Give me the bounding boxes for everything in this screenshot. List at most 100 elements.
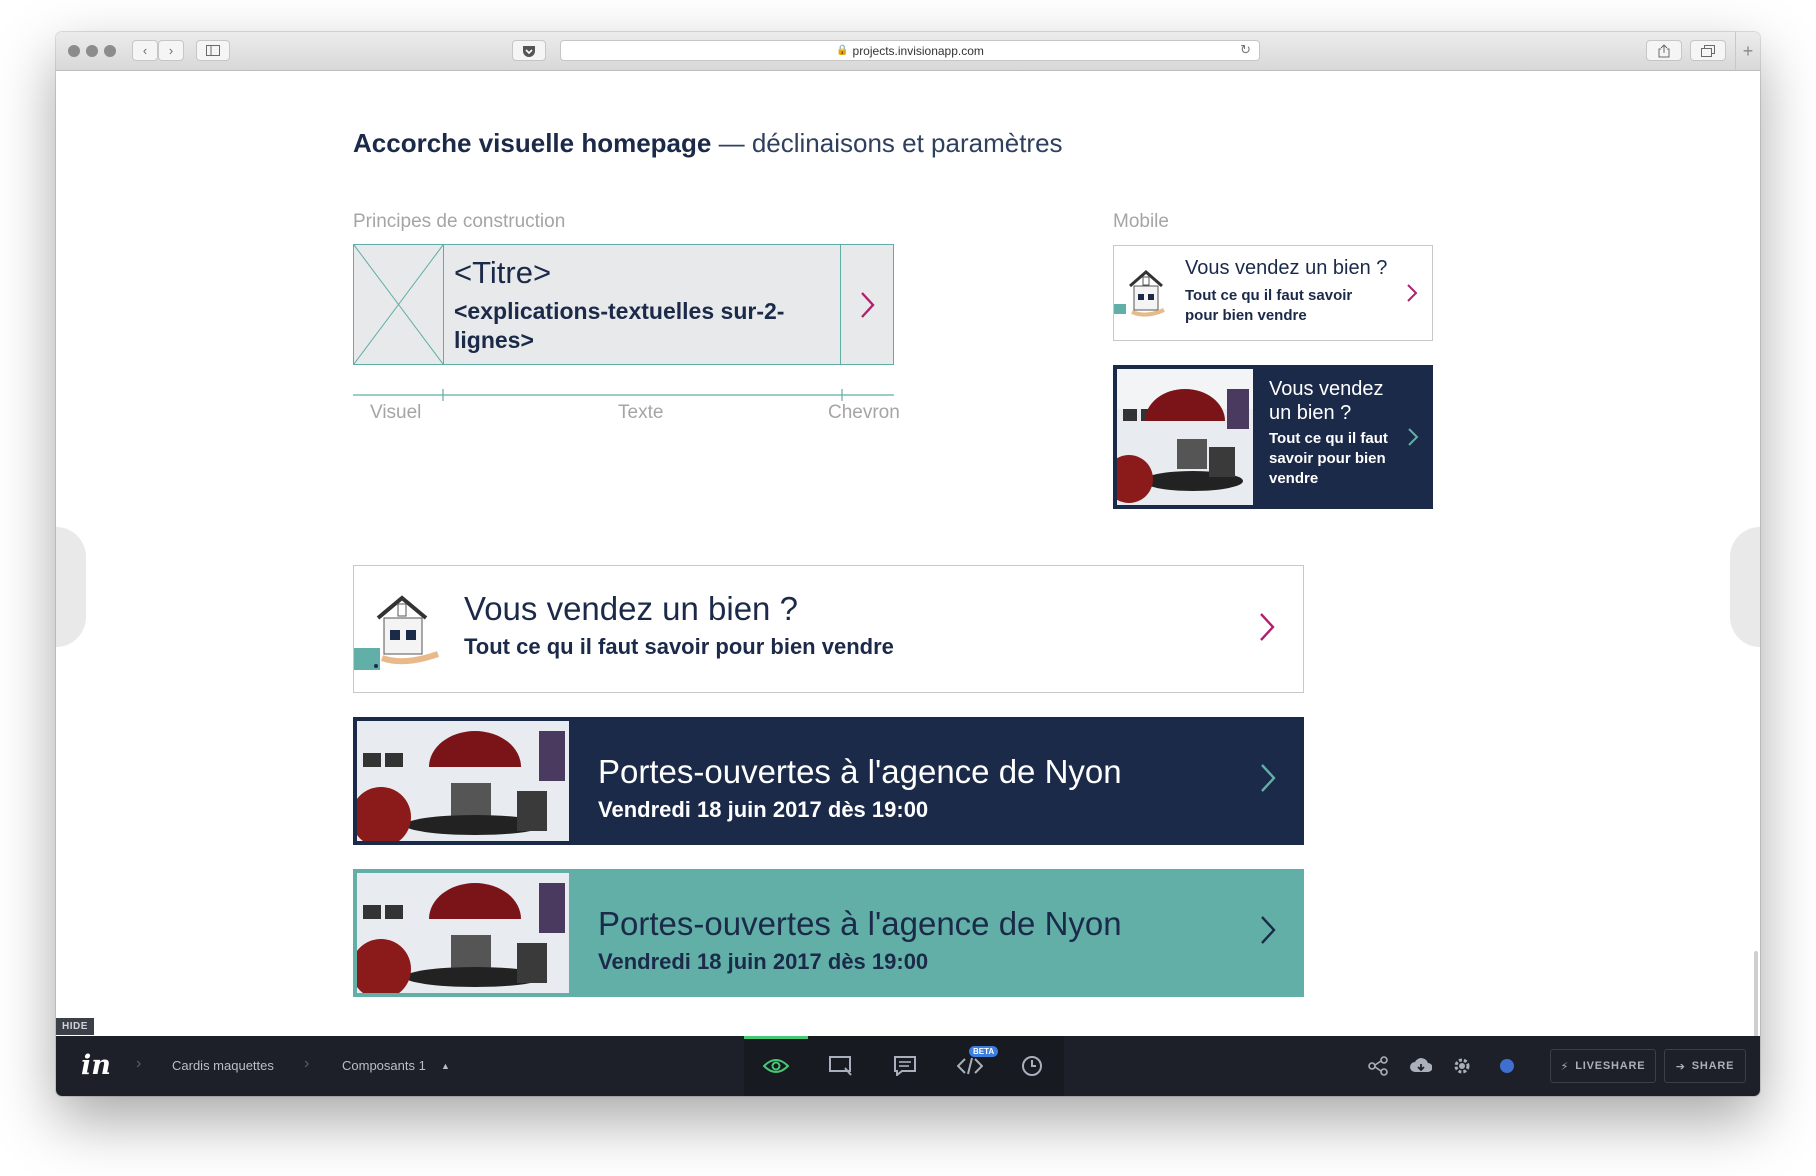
pocket-button[interactable] <box>512 40 546 61</box>
invision-toolbar: in › Cardis maquettes › Composants 1 ▲ B… <box>56 1036 1760 1096</box>
share-label: SHARE <box>1691 1060 1735 1072</box>
mobile-card-sell[interactable]: Vous vendez un bien ? Tout ce qu il faut… <box>1113 245 1433 341</box>
zoom-window-button[interactable] <box>104 45 116 57</box>
eye-icon <box>763 1059 789 1073</box>
agency-photo <box>357 721 569 841</box>
wireframe-visual-placeholder <box>353 244 444 365</box>
agency-photo-image <box>1117 369 1253 505</box>
wireframe-title: <Titre> <box>454 255 552 290</box>
sidebar-icon <box>206 45 220 56</box>
new-tab-button[interactable]: + <box>1735 32 1760 70</box>
banner-open-house-teal[interactable]: Portes-ouvertes à l'agence de Nyon Vendr… <box>353 869 1304 997</box>
prototype-canvas: Accorche visuelle homepage — déclinaison… <box>56 71 1760 1041</box>
chevron-right-icon <box>1261 764 1276 792</box>
forward-button[interactable]: › <box>158 40 184 61</box>
active-mode-indicator <box>744 1036 808 1039</box>
banner-subtitle: Vendredi 18 juin 2017 dès 19:00 <box>598 949 929 974</box>
lock-icon: 🔒 <box>836 45 849 56</box>
chevron-right-icon: › <box>136 1055 142 1072</box>
share-network-icon[interactable] <box>1368 1056 1388 1076</box>
agency-photo-image <box>357 873 569 993</box>
user-avatar[interactable] <box>1500 1059 1514 1073</box>
chat-icon <box>894 1056 916 1076</box>
mobile-label: Mobile <box>1113 211 1169 232</box>
chevron-right-icon: › <box>168 43 174 58</box>
page-title: Accorche visuelle homepage — déclinaison… <box>353 128 1063 159</box>
gear-icon[interactable] <box>1452 1056 1472 1076</box>
house-illustration-icon <box>1114 270 1165 317</box>
invision-logo[interactable]: in <box>81 1050 111 1081</box>
mobile-card-subtitle: Tout ce qu il faut savoir pour bien vend… <box>1185 287 1353 324</box>
chevron-right-icon <box>861 291 875 318</box>
agency-photo-image <box>357 721 569 841</box>
mobile-card-title: Vous vendez un bien ? <box>1269 378 1384 424</box>
plus-icon: + <box>1742 40 1754 61</box>
beta-badge: BETA <box>969 1046 999 1057</box>
browser-window: ‹ › 🔒 projects.invisionapp.com ↻ + Accor… <box>56 32 1760 1096</box>
agency-photo <box>357 873 569 993</box>
chevron-right-icon <box>1408 428 1419 446</box>
agency-photo <box>1117 369 1253 505</box>
page-title-bold: Accorche visuelle homepage <box>353 128 712 158</box>
ruler-label-visuel: Visuel <box>370 402 422 423</box>
minimize-window-button[interactable] <box>86 45 98 57</box>
bolt-icon: ⚡ <box>1560 1060 1570 1073</box>
banner-title: Portes-ouvertes à l'agence de Nyon <box>598 753 1122 790</box>
placeholder-cross-icon <box>353 244 444 365</box>
tabs-overview-button[interactable] <box>1690 40 1726 61</box>
share-button[interactable]: ➔ SHARE <box>1664 1049 1746 1083</box>
reload-icon[interactable]: ↻ <box>1240 42 1251 58</box>
comment-rect-icon <box>829 1056 852 1076</box>
share-arrow-icon: ➔ <box>1675 1060 1686 1073</box>
pocket-icon <box>523 45 535 57</box>
banner-subtitle: Tout ce qu il faut savoir pour bien vend… <box>464 634 894 659</box>
liveshare-label: LIVESHARE <box>1575 1060 1646 1072</box>
caret-up-icon[interactable]: ▲ <box>441 1061 450 1071</box>
share-browser-button[interactable] <box>1646 40 1682 61</box>
ruler-label-texte: Texte <box>618 402 664 423</box>
chevron-right-icon: › <box>304 1055 310 1072</box>
banner-subtitle: Vendredi 18 juin 2017 dès 19:00 <box>598 797 929 822</box>
url-text: projects.invisionapp.com <box>852 43 984 58</box>
liveshare-button[interactable]: ⚡ LIVESHARE <box>1550 1049 1656 1083</box>
close-window-button[interactable] <box>68 45 80 57</box>
previous-screen-button[interactable] <box>56 527 86 647</box>
dimension-ruler <box>353 389 894 401</box>
banner-open-house-navy[interactable]: Portes-ouvertes à l'agence de Nyon Vendr… <box>353 717 1304 845</box>
breadcrumb-project[interactable]: Cardis maquettes <box>172 1058 274 1073</box>
wireframe-subtitle: <explications-textuelles sur-2-lignes> <box>454 298 785 353</box>
ruler-label-chevron: Chevron <box>828 402 900 423</box>
banner-sell[interactable]: Vous vendez un bien ? Tout ce qu il faut… <box>353 565 1304 693</box>
mobile-card-sell-photo[interactable]: Vous vendez un bien ? Tout ce qu il faut… <box>1113 365 1433 509</box>
breadcrumb-screen[interactable]: Composants 1 <box>342 1058 426 1073</box>
mobile-card-title: Vous vendez un bien ? <box>1185 257 1388 279</box>
clock-icon <box>1022 1056 1042 1076</box>
cloud-download-icon[interactable] <box>1410 1056 1432 1076</box>
code-icon <box>957 1057 983 1075</box>
tabs-icon <box>1701 44 1715 57</box>
next-screen-button[interactable] <box>1730 527 1760 647</box>
sidebar-toggle-button[interactable] <box>196 40 230 61</box>
preview-mode-button[interactable] <box>760 1050 792 1082</box>
banner-title: Vous vendez un bien ? <box>464 590 798 627</box>
hide-toolbar-button[interactable]: HIDE <box>56 1018 94 1035</box>
share-icon <box>1658 43 1670 57</box>
wireframe-card: <Titre> <explications-textuelles sur-2-l… <box>353 244 894 365</box>
banner-title: Portes-ouvertes à l'agence de Nyon <box>598 905 1122 942</box>
mobile-card-subtitle: Tout ce qu il faut savoir pour bien vend… <box>1269 430 1388 487</box>
mode-tools: BETA <box>744 1036 1064 1096</box>
page-title-light: — déclinaisons et paramètres <box>711 128 1063 158</box>
history-mode-button[interactable] <box>1016 1050 1048 1082</box>
chat-mode-button[interactable] <box>889 1050 921 1082</box>
chevron-right-icon <box>1260 613 1275 641</box>
chevron-right-icon <box>1407 284 1418 302</box>
scrollbar[interactable] <box>1754 951 1758 1041</box>
browser-titlebar: ‹ › 🔒 projects.invisionapp.com ↻ + <box>56 32 1760 71</box>
house-illustration-icon <box>354 595 439 670</box>
comment-mode-button[interactable] <box>825 1050 857 1082</box>
wireframe-chevron <box>840 245 893 364</box>
chevron-right-icon <box>1261 916 1276 944</box>
construction-label: Principes de construction <box>353 211 566 232</box>
address-bar[interactable]: 🔒 projects.invisionapp.com ↻ <box>560 40 1260 61</box>
back-button[interactable]: ‹ <box>132 40 158 61</box>
